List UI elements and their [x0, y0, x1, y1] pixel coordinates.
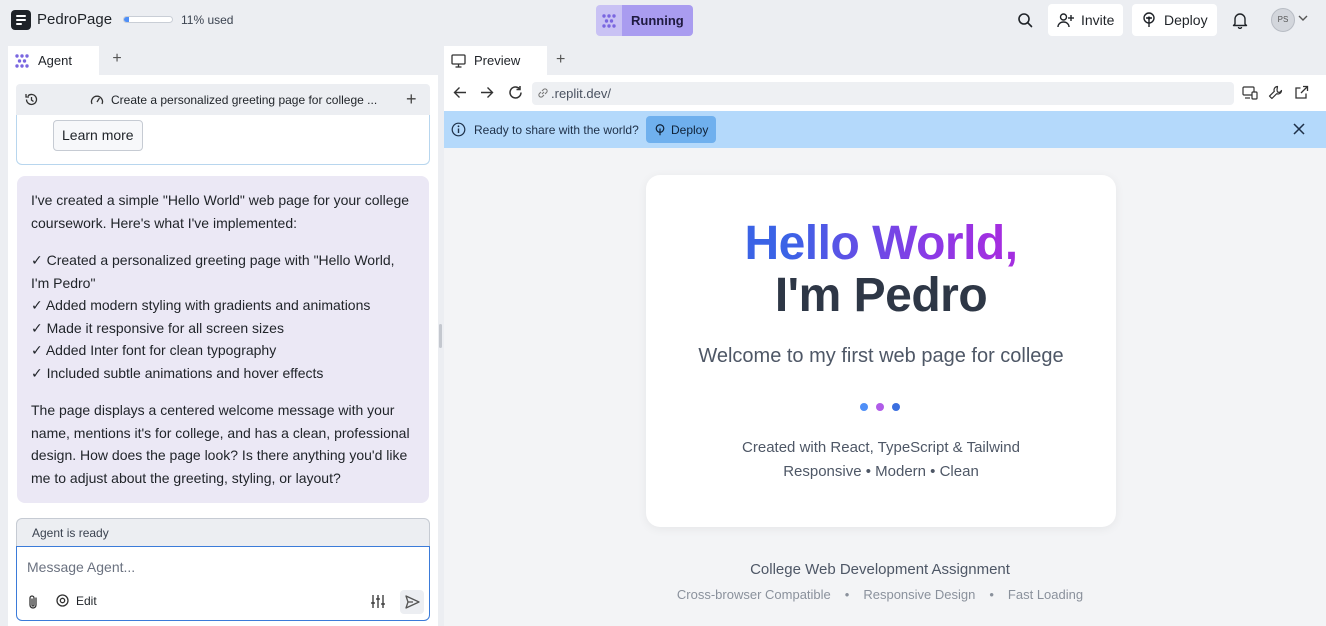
- message-composer: Edit: [16, 546, 430, 621]
- checklist-item: ✓ Created a personalized greeting page w…: [31, 252, 395, 291]
- message-input[interactable]: [27, 556, 407, 578]
- search-icon[interactable]: [1014, 9, 1036, 31]
- loading-dots: [860, 403, 900, 411]
- deploy-label: Deploy: [1164, 12, 1208, 28]
- arrow-right-icon[interactable]: [480, 86, 494, 99]
- gauge-icon: [90, 93, 104, 106]
- preview-panel: Preview + .replit.dev/ Ready to share wi…: [444, 44, 1326, 626]
- welcome-text: Welcome to my first web page for college: [698, 345, 1064, 367]
- send-button[interactable]: [400, 590, 424, 614]
- session-title[interactable]: Create a personalized greeting page for …: [111, 93, 377, 107]
- new-session-plus-icon[interactable]: +: [406, 90, 417, 108]
- usage-fill: [124, 17, 130, 22]
- edit-label: Edit: [76, 593, 97, 608]
- bell-icon[interactable]: [1229, 9, 1251, 31]
- name-heading: I'm Pedro: [774, 269, 988, 322]
- preview-tab-bar: Preview +: [444, 44, 1326, 75]
- running-status-button[interactable]: Running: [622, 5, 693, 36]
- checklist-item: ✓ Included subtle animations and hover e…: [31, 364, 324, 381]
- sliders-icon[interactable]: [370, 594, 386, 609]
- deploy-icon: [654, 123, 666, 136]
- tagline-text: Responsive • Modern • Clean: [783, 463, 979, 480]
- url-bar: .replit.dev/: [444, 75, 1326, 111]
- usage-bar[interactable]: [123, 16, 173, 23]
- hello-heading: Hello World,: [646, 217, 1116, 271]
- checklist-item: ✓ Made it responsive for all screen size…: [31, 319, 284, 336]
- reload-icon[interactable]: [508, 85, 523, 100]
- agent-message: I've created a simple "Hello World" web …: [17, 176, 429, 503]
- tab-preview[interactable]: Preview: [444, 44, 547, 75]
- agent-status: Agent is ready: [16, 518, 430, 547]
- run-control[interactable]: Running: [596, 5, 693, 36]
- wrench-icon[interactable]: [1268, 85, 1283, 100]
- history-icon[interactable]: [24, 92, 39, 107]
- menu-logo-icon[interactable]: [11, 10, 31, 30]
- app-name[interactable]: PedroPage: [37, 11, 112, 28]
- message-outro: The page displays a centered welcome mes…: [31, 402, 410, 486]
- feature-item: Responsive Design: [863, 587, 976, 602]
- dot: [860, 403, 868, 411]
- deploy-button[interactable]: Deploy: [1132, 4, 1217, 36]
- add-user-icon: [1057, 12, 1074, 28]
- url-field[interactable]: .replit.dev/: [532, 82, 1234, 105]
- info-card: Learn more: [16, 115, 430, 165]
- url-text: .replit.dev/: [551, 86, 611, 101]
- checklist-item: ✓ Added Inter font for clean typography: [31, 342, 277, 358]
- send-icon: [404, 595, 420, 609]
- info-icon: [451, 122, 466, 137]
- invite-button[interactable]: Invite: [1048, 4, 1124, 36]
- edit-gear-icon: [55, 593, 70, 608]
- feature-list: Cross-browser Compatible • Responsive Desi…: [676, 587, 1084, 602]
- tab-agent-label: Agent: [38, 53, 72, 68]
- agent-run-icon: [596, 5, 622, 36]
- dot: [876, 403, 884, 411]
- new-tab-plus-icon[interactable]: +: [556, 51, 565, 69]
- learn-more-button[interactable]: Learn more: [53, 120, 143, 151]
- top-bar: PedroPage 11% used Running Invite Deploy…: [0, 0, 1326, 40]
- invite-label: Invite: [1081, 12, 1115, 28]
- tab-preview-label: Preview: [474, 53, 521, 68]
- link-icon: [537, 87, 549, 99]
- usage-text: 11% used: [181, 13, 234, 27]
- tab-agent[interactable]: Agent: [8, 44, 99, 75]
- message-intro: I've created a simple "Hello World" web …: [31, 192, 410, 231]
- share-deploy-button[interactable]: Deploy: [646, 116, 717, 143]
- new-tab-plus-icon[interactable]: +: [109, 50, 125, 67]
- deploy-icon: [1141, 12, 1157, 28]
- agent-panel: Agent + Create a personalized greeting p…: [8, 44, 438, 626]
- agent-icon: [14, 53, 30, 69]
- devices-icon[interactable]: [1242, 86, 1258, 100]
- agent-tab-bar: Agent +: [8, 44, 438, 75]
- share-deploy-label: Deploy: [671, 122, 709, 137]
- close-icon[interactable]: [1293, 123, 1305, 135]
- assignment-title: College Web Development Assignment: [750, 561, 1010, 578]
- panel-resize-handle[interactable]: [439, 324, 442, 348]
- greeting-card: Hello World, I'm Pedro Welcome to my fir…: [646, 175, 1116, 527]
- chevron-down-icon[interactable]: [1298, 14, 1308, 22]
- built-with-text: Created with React, TypeScript & Tailwin…: [742, 439, 1020, 456]
- edit-button[interactable]: Edit: [55, 593, 97, 608]
- tech-stack: Created with React, TypeScript & Tailwin…: [646, 436, 1116, 484]
- checklist-item: ✓ Added modern styling with gradients an…: [31, 297, 371, 313]
- share-banner: Ready to share with the world? Deploy: [444, 111, 1326, 148]
- paperclip-icon[interactable]: [27, 594, 40, 610]
- session-bar: Create a personalized greeting page for …: [16, 84, 430, 115]
- avatar[interactable]: PS: [1271, 8, 1295, 32]
- feature-item: Fast Loading: [1007, 587, 1084, 602]
- message-checklist: ✓ Created a personalized greeting page w…: [31, 249, 415, 384]
- arrow-left-icon[interactable]: [453, 86, 467, 99]
- dot: [892, 403, 900, 411]
- feature-item: Cross-browser Compatible: [676, 587, 831, 602]
- share-text: Ready to share with the world?: [474, 123, 639, 137]
- monitor-icon: [451, 53, 466, 68]
- external-link-icon[interactable]: [1294, 85, 1309, 100]
